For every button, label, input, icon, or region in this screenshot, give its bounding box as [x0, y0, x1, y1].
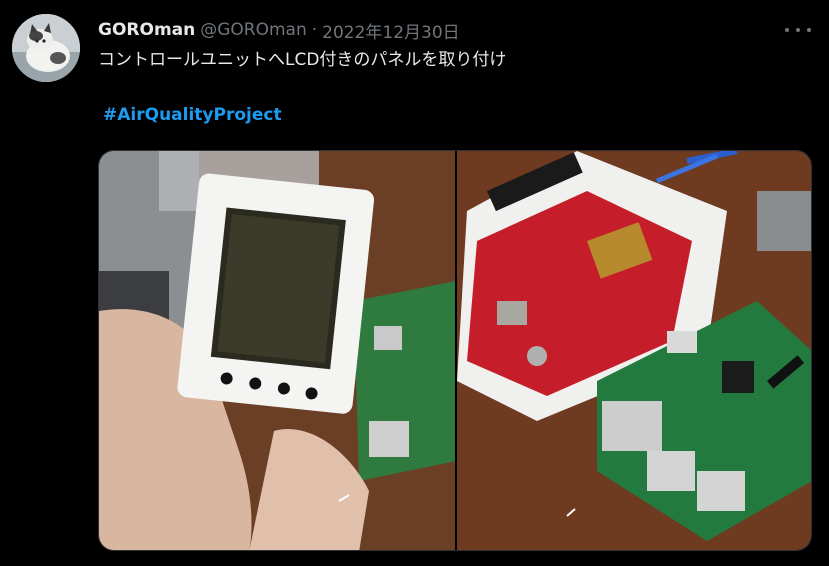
- hashtag-link[interactable]: #AirQualityProject: [103, 105, 282, 125]
- author-handle[interactable]: @GOROman: [200, 20, 307, 40]
- photo-circuit-board[interactable]: [457, 151, 811, 550]
- media-grid: [98, 150, 812, 551]
- cat-avatar-image: [12, 14, 80, 82]
- more-dot: [807, 28, 811, 32]
- tweet-date[interactable]: 2022年12月30日: [322, 18, 460, 43]
- more-dot: [796, 28, 800, 32]
- tweet-text: コントロールユニットへLCD付きのパネルを取り付け: [98, 50, 507, 70]
- more-options-icon[interactable]: [785, 20, 811, 40]
- tweet-header: GOROman @GOROman · 2022年12月30日: [98, 18, 460, 43]
- author-name[interactable]: GOROman: [98, 20, 195, 40]
- header-separator: ·: [311, 20, 318, 40]
- avatar[interactable]: [12, 14, 80, 82]
- more-dot: [785, 28, 789, 32]
- photo-lcd-panel[interactable]: [99, 151, 455, 550]
